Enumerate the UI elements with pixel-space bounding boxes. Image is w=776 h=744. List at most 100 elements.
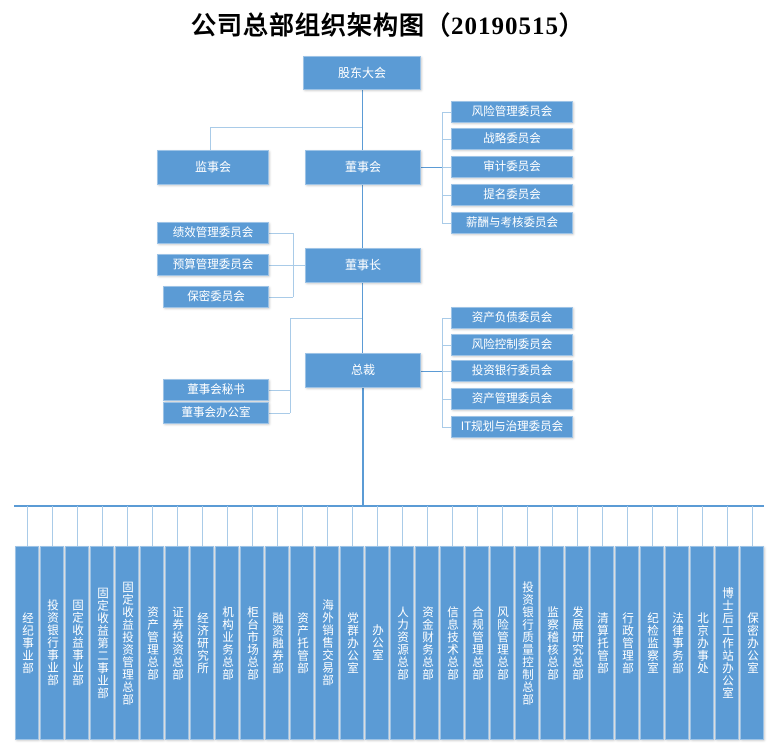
node-department-18[interactable]: 信息技术总部 [440, 546, 464, 740]
connector-board-to-chairman [362, 185, 363, 248]
connector-president-to-offices-stem [290, 318, 362, 319]
node-department-3[interactable]: 固定收益事业部 [65, 546, 89, 740]
node-department-16[interactable]: 人力资源总部 [390, 546, 414, 740]
node-president-committee-5[interactable]: IT规划与治理委员会 [451, 416, 573, 438]
connector-department-3 [77, 506, 78, 546]
connector-president-committee-5 [442, 427, 451, 428]
node-department-29[interactable]: 博士后工作站办公室 [715, 546, 739, 740]
node-board-office-2[interactable]: 董事会办公室 [163, 402, 269, 424]
connector-department-9 [227, 506, 228, 546]
connector-department-7 [177, 506, 178, 546]
node-department-2[interactable]: 投资银行事业部 [40, 546, 64, 740]
node-department-23[interactable]: 发展研究总部 [565, 546, 589, 740]
connector-department-29 [727, 506, 728, 546]
node-department-7[interactable]: 证券投资总部 [165, 546, 189, 740]
node-department-27[interactable]: 法律事务部 [665, 546, 689, 740]
connector-chairman-committee-3 [268, 297, 293, 298]
node-department-12[interactable]: 资产托管部 [290, 546, 314, 740]
connector-president-to-departments [362, 388, 364, 505]
node-department-14[interactable]: 党群办公室 [340, 546, 364, 740]
node-department-19[interactable]: 合规管理总部 [465, 546, 489, 740]
node-chairman-committee-1[interactable]: 绩效管理委员会 [157, 222, 269, 244]
node-chairman-committee-3[interactable]: 保密委员会 [163, 286, 269, 308]
connector-chairman-committee-1 [268, 233, 293, 234]
connector-board-office-1 [268, 390, 290, 391]
connector-department-25 [627, 506, 628, 546]
connector-department-10 [252, 506, 253, 546]
node-department-1[interactable]: 经纪事业部 [15, 546, 39, 740]
connector-department-12 [302, 506, 303, 546]
connector-board-committee-spine [442, 112, 443, 224]
connector-board-office-2 [268, 413, 290, 414]
connector-department-23 [577, 506, 578, 546]
node-chairman[interactable]: 董事长 [305, 248, 421, 283]
node-department-6[interactable]: 资产管理总部 [140, 546, 164, 740]
node-department-30[interactable]: 保密办公室 [740, 546, 764, 740]
connector-board-committee-1 [442, 112, 451, 113]
node-board-committee-3[interactable]: 审计委员会 [451, 156, 573, 178]
connector-department-27 [677, 506, 678, 546]
node-department-25[interactable]: 行政管理部 [615, 546, 639, 740]
node-department-11[interactable]: 融资融券部 [265, 546, 289, 740]
connector-president-committee-2 [442, 345, 451, 346]
node-department-9[interactable]: 机构业务总部 [215, 546, 239, 740]
node-board-of-directors[interactable]: 董事会 [305, 150, 421, 185]
org-chart-canvas: 公司总部组织架构图（20190515） 股东大会 监事会 董事会 董事长 总裁 … [0, 0, 776, 744]
page-title: 公司总部组织架构图（20190515） [190, 13, 585, 40]
connector-department-20 [502, 506, 503, 546]
node-department-4[interactable]: 固定收益第二事业部 [90, 546, 114, 740]
connector-department-2 [52, 506, 53, 546]
node-department-28[interactable]: 北京办事处 [690, 546, 714, 740]
connector-department-19 [477, 506, 478, 546]
connector-president-to-committees-stem [420, 371, 442, 372]
connector-shareholders-to-board [362, 90, 363, 150]
node-president[interactable]: 总裁 [305, 353, 421, 388]
connector-department-17 [427, 506, 428, 546]
connector-board-committee-5 [442, 223, 451, 224]
connector-department-18 [452, 506, 453, 546]
connector-department-6 [152, 506, 153, 546]
node-department-8[interactable]: 经济研究所 [190, 546, 214, 740]
node-department-10[interactable]: 柜台市场总部 [240, 546, 264, 740]
connector-department-30 [752, 506, 753, 546]
node-department-21[interactable]: 投资银行质量控制总部 [515, 546, 539, 740]
node-president-committee-2[interactable]: 风险控制委员会 [451, 334, 573, 356]
node-board-committee-2[interactable]: 战略委员会 [451, 128, 573, 150]
node-department-22[interactable]: 监察稽核总部 [540, 546, 564, 740]
node-board-committee-4[interactable]: 提名委员会 [451, 184, 573, 206]
node-president-committee-3[interactable]: 投资银行委员会 [451, 360, 573, 382]
connector-president-committee-1 [442, 318, 451, 319]
connector-department-4 [102, 506, 103, 546]
node-department-13[interactable]: 海外销售交易部 [315, 546, 339, 740]
node-shareholders-meeting[interactable]: 股东大会 [303, 56, 421, 90]
node-president-committee-1[interactable]: 资产负债委员会 [451, 307, 573, 329]
node-department-5[interactable]: 固定收益投资管理总部 [115, 546, 139, 740]
node-department-26[interactable]: 纪检监察室 [640, 546, 664, 740]
connector-chairman-committee-spine [293, 233, 294, 297]
node-board-committee-1[interactable]: 风险管理委员会 [451, 101, 573, 123]
node-department-20[interactable]: 风险管理总部 [490, 546, 514, 740]
node-president-committee-4[interactable]: 资产管理委员会 [451, 388, 573, 410]
connector-shareholders-to-supervisory-h [210, 127, 362, 128]
connector-president-committee-3 [442, 371, 451, 372]
connector-department-1 [27, 506, 28, 546]
connector-shareholders-to-supervisory-v [210, 127, 211, 150]
connector-department-22 [552, 506, 553, 546]
connector-board-offices-spine [290, 318, 291, 413]
node-board-committee-5[interactable]: 薪酬与考核委员会 [451, 212, 573, 234]
node-department-24[interactable]: 清算托管部 [590, 546, 614, 740]
node-department-15[interactable]: 办公室 [365, 546, 389, 740]
connector-department-24 [602, 506, 603, 546]
connector-department-16 [402, 506, 403, 546]
connector-board-to-committees-stem [420, 167, 442, 168]
connector-president-committee-spine [442, 318, 443, 428]
connector-department-11 [277, 506, 278, 546]
connector-department-21 [527, 506, 528, 546]
node-supervisory-board[interactable]: 监事会 [157, 150, 269, 185]
node-department-17[interactable]: 资金财务总部 [415, 546, 439, 740]
node-board-office-1[interactable]: 董事会秘书 [163, 379, 269, 401]
node-chairman-committee-2[interactable]: 预算管理委员会 [157, 254, 269, 276]
connector-board-committee-4 [442, 195, 451, 196]
connector-chairman-to-president [362, 283, 363, 353]
connector-department-14 [352, 506, 353, 546]
